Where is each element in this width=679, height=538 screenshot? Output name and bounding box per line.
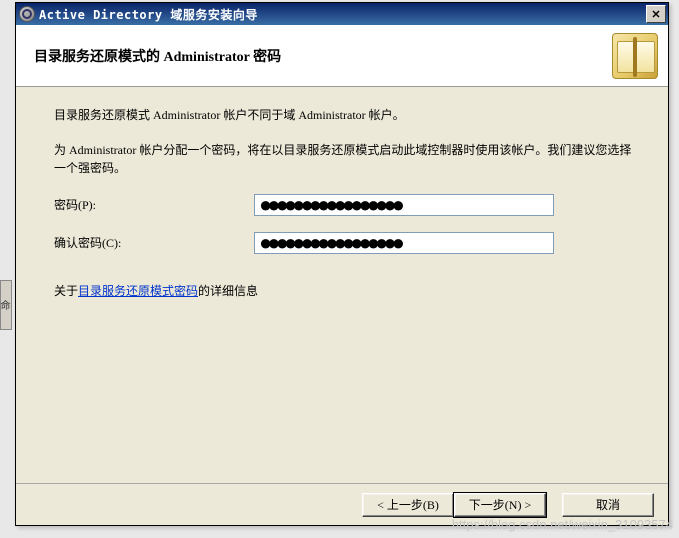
- password-input[interactable]: ●●●●●●●●●●●●●●●●●: [254, 194, 554, 216]
- cancel-button[interactable]: 取消: [562, 493, 654, 517]
- book-icon: [612, 33, 658, 79]
- wizard-footer: < 上一步(B) 下一步(N) > 取消: [16, 483, 668, 525]
- back-button[interactable]: < 上一步(B): [362, 493, 454, 517]
- wizard-content: 目录服务还原模式 Administrator 帐户不同于域 Administra…: [16, 88, 668, 483]
- confirm-password-label: 确认密码(C):: [54, 234, 254, 251]
- wizard-header: 目录服务还原模式的 Administrator 密码: [16, 25, 668, 87]
- more-info-line: 关于目录服务还原模式密码的详细信息: [54, 282, 636, 299]
- password-label: 密码(P):: [54, 196, 254, 213]
- next-button[interactable]: 下一步(N) >: [454, 493, 546, 517]
- page-title: 目录服务还原模式的 Administrator 密码: [34, 46, 612, 66]
- titlebar: Active Directory 域服务安装向导 ✕: [16, 3, 668, 25]
- background-window-fragment: 命: [0, 280, 12, 330]
- dsrm-password-link[interactable]: 目录服务还原模式密码: [78, 284, 198, 298]
- close-button[interactable]: ✕: [646, 5, 666, 23]
- intro-text-1: 目录服务还原模式 Administrator 帐户不同于域 Administra…: [54, 106, 636, 125]
- app-icon: [19, 6, 35, 22]
- link-prefix: 关于: [54, 284, 78, 298]
- wizard-dialog: Active Directory 域服务安装向导 ✕ 目录服务还原模式的 Adm…: [15, 2, 669, 526]
- password-row: 密码(P): ●●●●●●●●●●●●●●●●●: [54, 194, 636, 216]
- window-title: Active Directory 域服务安装向导: [39, 6, 646, 23]
- intro-text-2: 为 Administrator 帐户分配一个密码，将在以目录服务还原模式启动此域…: [54, 141, 636, 178]
- confirm-password-input[interactable]: ●●●●●●●●●●●●●●●●●: [254, 232, 554, 254]
- link-suffix: 的详细信息: [198, 284, 258, 298]
- confirm-password-row: 确认密码(C): ●●●●●●●●●●●●●●●●●: [54, 232, 636, 254]
